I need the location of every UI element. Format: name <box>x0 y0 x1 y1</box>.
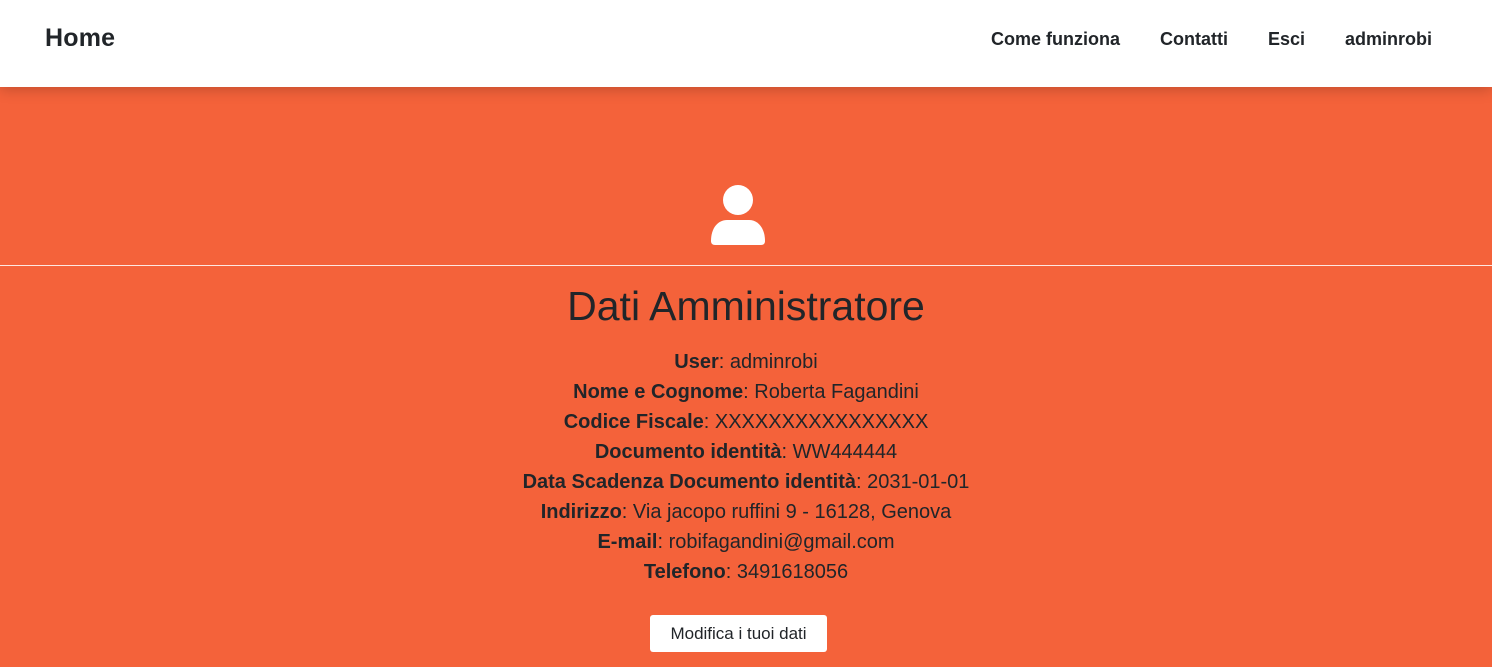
page-title: Dati Amministratore <box>567 283 925 329</box>
edit-data-button[interactable]: Modifica i tuoi dati <box>650 615 827 652</box>
profile-section: Dati Amministratore User: adminrobi Nome… <box>0 87 1492 667</box>
field-value: robifagandini@gmail.com <box>668 531 895 553</box>
field-scadenza-documento: Data Scadenza Documento identità: 2031-0… <box>0 467 1492 497</box>
field-value: 3491618056 <box>736 561 849 583</box>
field-telefono: Telefono: 3491618056 <box>0 557 1492 587</box>
nav-link-user[interactable]: adminrobi <box>1345 29 1432 50</box>
field-value: XXXXXXXXXXXXXXXX <box>714 411 929 433</box>
field-separator: : <box>657 531 669 553</box>
home-link[interactable]: Home <box>45 24 115 53</box>
field-value: 2031-01-01 <box>867 471 970 493</box>
field-label: Telefono <box>643 561 726 583</box>
field-user: User: adminrobi <box>0 347 1492 377</box>
field-label: Indirizzo <box>540 501 622 523</box>
navbar: Home Come funziona Contatti Esci adminro… <box>0 0 1492 87</box>
field-label: Codice Fiscale <box>563 411 704 433</box>
field-value: adminrobi <box>729 351 818 373</box>
field-email: E-mail: robifagandini@gmail.com <box>0 527 1492 557</box>
field-separator: : <box>855 471 868 493</box>
field-label: Data Scadenza Documento identità <box>522 471 856 493</box>
nav-link-come-funziona[interactable]: Come funziona <box>991 29 1120 50</box>
field-separator: : <box>718 351 730 373</box>
field-nome-cognome: Nome e Cognome: Roberta Fagandini <box>0 377 1492 407</box>
field-separator: : <box>621 501 633 523</box>
field-value: Via jacopo ruffini 9 - 16128, Genova <box>632 501 952 523</box>
field-value: WW444444 <box>792 441 898 463</box>
nav-link-esci[interactable]: Esci <box>1268 29 1305 50</box>
field-label: Nome e Cognome <box>573 381 744 403</box>
field-label: Documento identità <box>594 441 782 463</box>
field-label: E-mail <box>597 531 658 553</box>
field-codice-fiscale: Codice Fiscale: XXXXXXXXXXXXXXXX <box>0 407 1492 437</box>
user-icon <box>711 185 765 245</box>
profile-fields: User: adminrobi Nome e Cognome: Roberta … <box>0 347 1492 587</box>
field-indirizzo: Indirizzo: Via jacopo ruffini 9 - 16128,… <box>0 497 1492 527</box>
field-separator: : <box>703 411 715 433</box>
field-separator: : <box>743 381 755 403</box>
field-value: Roberta Fagandini <box>754 381 919 403</box>
nav-link-contatti[interactable]: Contatti <box>1160 29 1228 50</box>
field-documento: Documento identità: WW444444 <box>0 437 1492 467</box>
field-label: User <box>674 351 719 373</box>
field-separator: : <box>781 441 793 463</box>
field-separator: : <box>725 561 737 583</box>
nav-links: Come funziona Contatti Esci adminrobi <box>951 29 1432 50</box>
divider <box>0 265 1492 266</box>
